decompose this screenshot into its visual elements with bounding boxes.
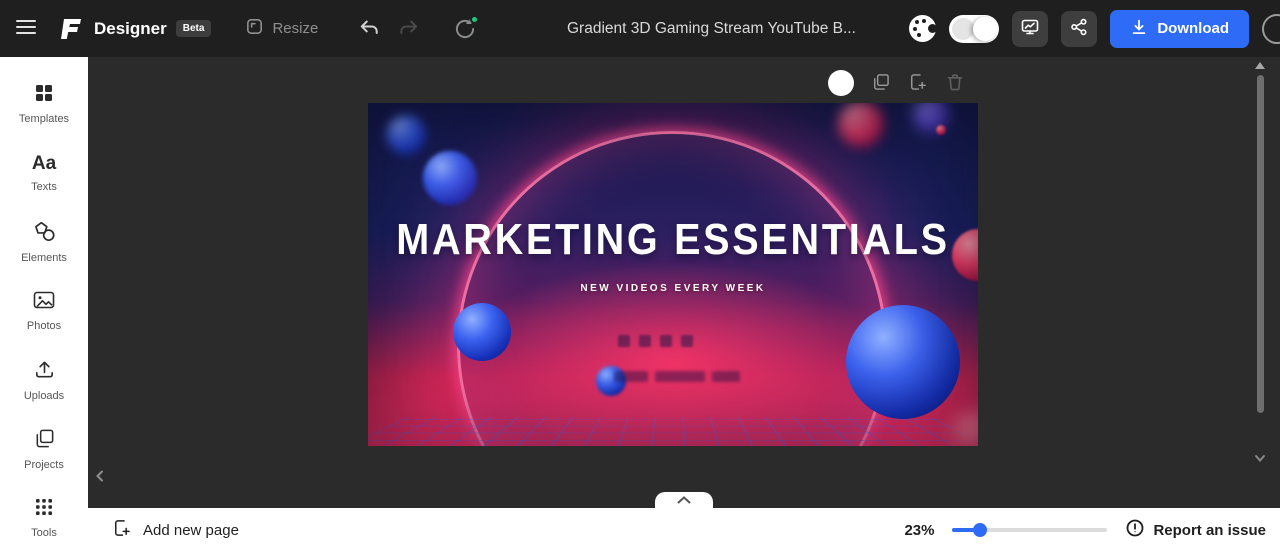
templates-icon <box>33 82 55 107</box>
cloud-sync-icon <box>452 16 478 42</box>
design-page[interactable]: MARKETING ESSENTIALS NEW VIDEOS EVERY WE… <box>368 103 978 446</box>
sidebar-item-tools[interactable]: Tools <box>0 483 88 552</box>
photos-icon <box>32 289 56 314</box>
zoom-slider[interactable] <box>952 523 1107 537</box>
sidebar-item-texts[interactable]: Aa Texts <box>0 138 88 207</box>
sidebar-item-label: Uploads <box>24 390 64 402</box>
bottombar-right-controls: 23% Report an issue <box>904 508 1266 552</box>
menu-button[interactable] <box>14 15 38 42</box>
sphere-decoration <box>453 303 511 361</box>
add-new-page-button[interactable]: Add new page <box>112 508 239 552</box>
sidebar-item-templates[interactable]: Templates <box>0 69 88 138</box>
download-label: Download <box>1157 20 1229 37</box>
toggle-knob[interactable] <box>973 17 997 41</box>
sidebar-item-projects[interactable]: Projects <box>0 414 88 483</box>
toggle-track-dot <box>952 18 974 40</box>
sidebar-item-label: Elements <box>21 252 67 264</box>
duplicate-icon <box>871 72 891 95</box>
sidebar-item-uploads[interactable]: Uploads <box>0 345 88 414</box>
sidebar-item-photos[interactable]: Photos <box>0 276 88 345</box>
sidebar-item-label: Texts <box>31 181 57 193</box>
hamburger-icon <box>14 15 38 42</box>
texts-icon: Aa <box>32 153 56 175</box>
banner-subtitle-text[interactable]: NEW VIDEOS EVERY WEEK <box>368 283 978 294</box>
sidebar-item-label: Tools <box>31 527 57 539</box>
designer-logo-icon <box>56 15 84 43</box>
sidebar-item-elements[interactable]: Elements <box>0 207 88 276</box>
duplicate-page-button[interactable] <box>871 72 891 95</box>
sidebar-item-label: Photos <box>27 320 61 332</box>
uploads-icon <box>33 358 56 384</box>
palette-button[interactable] <box>909 15 936 42</box>
zoom-percent: 23% <box>904 522 934 539</box>
alert-circle-icon <box>1125 518 1145 542</box>
download-icon <box>1130 18 1148 40</box>
undo-icon <box>358 17 380 40</box>
sphere-decoration <box>936 125 946 135</box>
sidebar-item-label: Templates <box>19 113 69 125</box>
resize-button[interactable]: Resize <box>245 17 318 40</box>
page-toolbar <box>828 70 965 96</box>
page-color-swatch[interactable] <box>828 70 854 96</box>
delete-page-button[interactable] <box>945 72 965 95</box>
document-title[interactable]: Gradient 3D Gaming Stream YouTube B... <box>567 0 856 57</box>
redo-icon <box>398 17 420 40</box>
app-name: Designer <box>94 19 167 39</box>
beta-badge: Beta <box>176 20 212 37</box>
trash-icon <box>945 72 965 95</box>
sphere-decoration <box>846 305 960 419</box>
avatar[interactable] <box>1262 14 1280 44</box>
report-issue-button[interactable]: Report an issue <box>1125 518 1266 542</box>
blurred-social-icons <box>618 335 693 347</box>
topbar: Designer Beta Resize Gradient 3D Gaming … <box>0 0 1280 57</box>
resize-label: Resize <box>272 20 318 37</box>
tools-icon <box>33 496 55 521</box>
add-page-icon <box>112 518 132 542</box>
undo-button[interactable] <box>358 17 380 40</box>
collapse-sidebar-arrow[interactable] <box>93 469 107 488</box>
present-icon <box>1020 17 1040 40</box>
canvas-area: MARKETING ESSENTIALS NEW VIDEOS EVERY WE… <box>88 57 1280 508</box>
banner-title-text[interactable]: MARKETING ESSENTIALS <box>396 215 949 265</box>
present-button[interactable] <box>1012 11 1048 47</box>
topbar-right-controls: Download <box>909 0 1280 57</box>
chevron-up-icon <box>676 493 692 508</box>
sync-status-dot <box>470 15 479 24</box>
scroll-down-arrow[interactable] <box>1253 451 1267 470</box>
expand-pages-tab[interactable] <box>655 492 713 508</box>
add-page-icon <box>908 72 928 95</box>
download-button[interactable]: Download <box>1110 10 1249 48</box>
blurred-text-decoration <box>614 371 740 382</box>
sidebar-item-label: Projects <box>24 459 64 471</box>
resize-icon <box>245 17 264 40</box>
add-page-button[interactable] <box>908 72 928 95</box>
sidebar: Templates Aa Texts Elements Photos Uploa… <box>0 57 88 552</box>
share-icon <box>1069 17 1089 40</box>
vertical-scrollbar[interactable] <box>1257 75 1264 413</box>
projects-icon <box>33 427 56 453</box>
bottombar: Add new page 23% Report an issue <box>88 508 1280 552</box>
theme-toggle[interactable] <box>949 15 999 43</box>
report-issue-label: Report an issue <box>1153 522 1266 539</box>
redo-button[interactable] <box>398 17 420 40</box>
zoom-slider-knob[interactable] <box>973 523 987 537</box>
elements-icon <box>33 220 56 246</box>
share-button[interactable] <box>1061 11 1097 47</box>
add-new-page-label: Add new page <box>143 522 239 539</box>
